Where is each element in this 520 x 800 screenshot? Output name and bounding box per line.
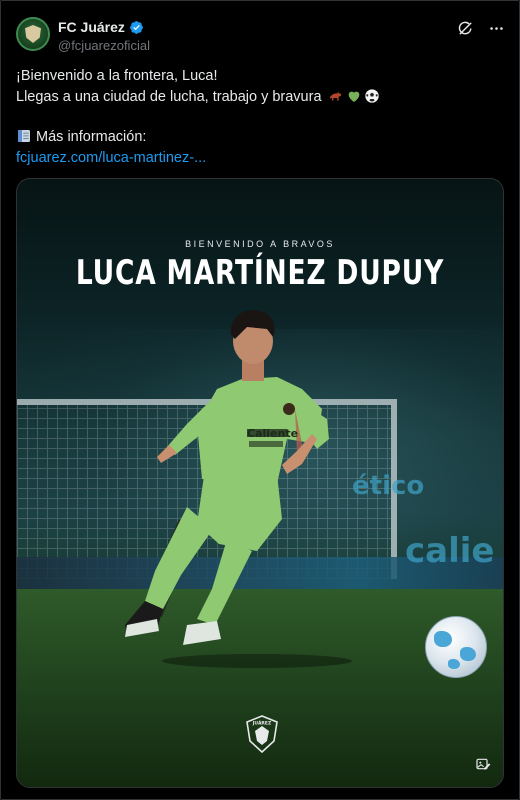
info-label: Más información: bbox=[36, 129, 147, 145]
header-actions bbox=[457, 20, 505, 37]
avatar[interactable] bbox=[16, 17, 50, 51]
tweet-text: ¡Bienvenido a la frontera, Luca! Llegas … bbox=[16, 66, 506, 169]
name-row: FC Juárez bbox=[58, 19, 144, 35]
alt-text-edit-icon[interactable] bbox=[475, 756, 491, 772]
verified-badge-icon bbox=[130, 20, 143, 34]
display-name[interactable]: FC Juárez bbox=[58, 19, 125, 35]
handle[interactable]: @fcjuarezoficial bbox=[58, 38, 150, 53]
info-line: Más información: bbox=[16, 127, 506, 148]
tweet-media-image[interactable]: ético calie BIENVENIDO A BRAVOS LUCA MAR… bbox=[16, 178, 504, 788]
green-heart-emoji-icon bbox=[348, 91, 359, 102]
tweet-card[interactable]: FC Juárez @fcjuarezoficial ¡Bienvenido a… bbox=[0, 0, 520, 800]
article-link[interactable]: fcjuarez.com/luca-martinez-... bbox=[16, 148, 506, 169]
horse-emoji-icon bbox=[329, 91, 341, 101]
more-icon[interactable] bbox=[488, 20, 505, 37]
player-figure: Caliente bbox=[125, 310, 352, 668]
board-text-right: calie bbox=[405, 531, 495, 571]
club-logo: JUÁREZ bbox=[246, 715, 278, 753]
logo-text: JUÁREZ bbox=[252, 720, 272, 727]
tweet-header: FC Juárez @fcjuarezoficial bbox=[16, 17, 505, 57]
welcome-kicker: BIENVENIDO A BRAVOS bbox=[185, 239, 335, 249]
soccer-ball-emoji-icon bbox=[364, 89, 379, 103]
jersey-sponsor: Caliente bbox=[247, 427, 298, 440]
tweet-line-2-text: Llegas a una ciudad de lucha, trabajo y … bbox=[16, 89, 322, 105]
player-name-title: LUCA MARTÍNEZ DUPUY bbox=[75, 253, 445, 293]
tweet-line-2: Llegas a una ciudad de lucha, trabajo y … bbox=[16, 87, 506, 108]
club-crest-icon bbox=[25, 25, 41, 43]
tweet-line-1: ¡Bienvenido a la frontera, Luca! bbox=[16, 68, 218, 84]
soccer-ball bbox=[425, 616, 487, 678]
grok-icon[interactable] bbox=[457, 20, 474, 37]
bookmark-tabs-emoji-icon bbox=[18, 130, 30, 142]
